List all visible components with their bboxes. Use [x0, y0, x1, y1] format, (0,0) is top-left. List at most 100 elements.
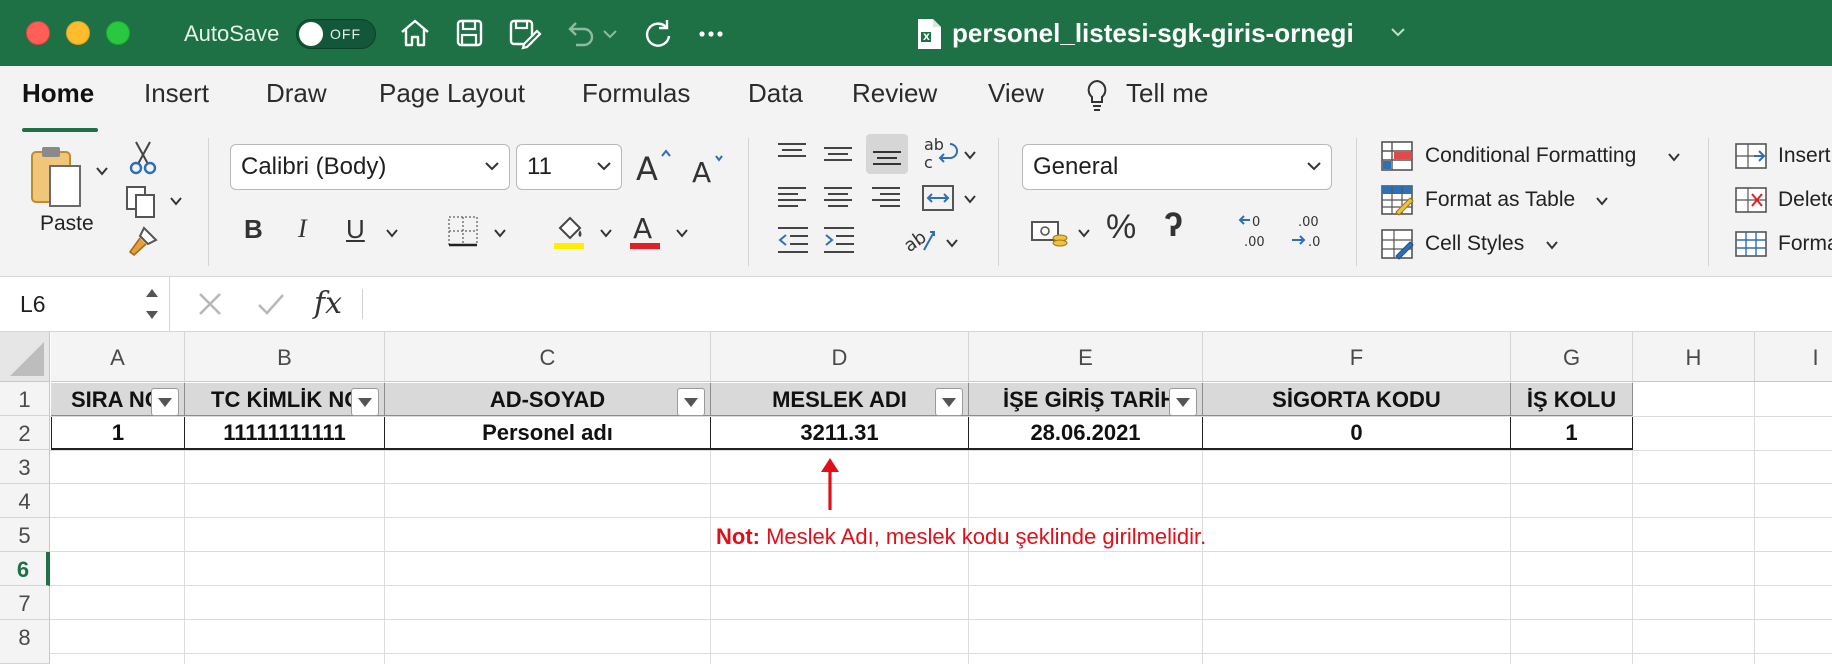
accounting-format-icon[interactable] — [1030, 216, 1070, 250]
autosave-toggle[interactable]: OFF — [296, 19, 376, 49]
insert-function-icon[interactable]: fx — [314, 286, 342, 321]
borders-dropdown-icon[interactable] — [494, 228, 506, 238]
align-center-icon[interactable] — [822, 182, 854, 214]
row-header-8[interactable]: 8 — [0, 620, 50, 664]
data-cell-meslek-adi[interactable]: 3211.31 — [711, 417, 969, 450]
increase-indent-icon[interactable] — [822, 224, 856, 256]
row-header-6[interactable]: 6 — [0, 552, 50, 586]
header-cell-ise-giris-tarihi[interactable]: İŞE GİRİŞ TARİHİ — [969, 383, 1203, 416]
row-header-1[interactable]: 1 — [0, 382, 50, 416]
tab-insert[interactable]: Insert — [144, 78, 209, 109]
bold-button[interactable]: B — [244, 214, 263, 245]
italic-button[interactable]: I — [298, 214, 307, 244]
confirm-formula-icon[interactable] — [256, 289, 286, 319]
row-header-4[interactable]: 4 — [0, 484, 50, 518]
font-color-icon[interactable]: A — [628, 210, 662, 250]
orientation-icon[interactable]: ab — [900, 222, 938, 258]
tab-data[interactable]: Data — [748, 78, 803, 109]
cell-styles-icon[interactable] — [1380, 228, 1414, 260]
align-left-icon[interactable] — [776, 182, 808, 214]
name-box[interactable]: L6 — [0, 277, 170, 331]
align-top-icon[interactable] — [776, 138, 808, 170]
filter-dropdown-c[interactable] — [677, 388, 705, 416]
tab-draw[interactable]: Draw — [266, 78, 327, 109]
column-header-b[interactable]: B — [185, 332, 385, 382]
name-box-stepper-icon[interactable] — [144, 285, 160, 323]
data-cell-is-kolu[interactable]: 1 — [1511, 417, 1633, 450]
column-header-g[interactable]: G — [1511, 332, 1633, 382]
increase-decimal-icon[interactable]: 0.00 — [1238, 212, 1274, 252]
header-cell-ad-soyad[interactable]: AD-SOYAD — [385, 383, 711, 416]
format-as-table-icon[interactable] — [1380, 184, 1414, 216]
conditional-formatting-button[interactable]: Conditional Formatting — [1425, 144, 1636, 168]
undo-icon[interactable] — [560, 14, 598, 52]
font-name-select[interactable]: Calibri (Body) — [230, 144, 510, 190]
column-header-e[interactable]: E — [969, 332, 1203, 382]
copy-icon[interactable] — [124, 184, 160, 220]
select-all-corner[interactable] — [0, 332, 50, 382]
copy-dropdown-icon[interactable] — [170, 196, 182, 206]
align-right-icon[interactable] — [870, 182, 902, 214]
merge-dropdown-icon[interactable] — [964, 194, 976, 204]
borders-icon[interactable] — [446, 214, 480, 248]
save-as-icon[interactable] — [504, 14, 542, 52]
title-chevron-down-icon[interactable] — [1388, 22, 1408, 42]
accounting-dropdown-icon[interactable] — [1078, 228, 1090, 238]
conditional-formatting-icon[interactable] — [1380, 140, 1414, 172]
format-cells-button[interactable]: Format — [1778, 232, 1832, 256]
number-format-select[interactable]: General — [1022, 144, 1332, 190]
tab-page-layout[interactable]: Page Layout — [379, 78, 525, 109]
data-cell-ise-giris-tarihi[interactable]: 28.06.2021 — [969, 417, 1203, 450]
wrap-text-dropdown-icon[interactable] — [964, 150, 976, 160]
decrease-font-size-icon[interactable]: A — [690, 150, 726, 186]
percent-style-button[interactable]: % — [1106, 208, 1136, 247]
column-header-d[interactable]: D — [711, 332, 969, 382]
format-painter-icon[interactable] — [126, 224, 160, 258]
minimize-window-button[interactable] — [66, 21, 90, 45]
tell-me-search[interactable]: Tell me — [1126, 78, 1208, 109]
cell-styles-button[interactable]: Cell Styles — [1425, 232, 1524, 256]
underline-dropdown-icon[interactable] — [386, 228, 398, 238]
orientation-dropdown-icon[interactable] — [946, 238, 958, 248]
data-cell-sira-no[interactable]: 1 — [51, 417, 185, 450]
column-header-c[interactable]: C — [385, 332, 711, 382]
header-cell-sigorta-kodu[interactable]: SİGORTA KODU — [1203, 383, 1511, 416]
wrap-text-icon[interactable]: ab c — [920, 136, 960, 172]
filter-dropdown-a[interactable] — [151, 388, 179, 416]
tab-home[interactable]: Home — [22, 78, 94, 109]
format-as-table-dropdown-icon[interactable] — [1596, 196, 1608, 206]
tab-review[interactable]: Review — [852, 78, 937, 109]
conditional-formatting-dropdown-icon[interactable] — [1668, 152, 1680, 162]
format-cells-icon[interactable] — [1734, 228, 1768, 260]
paste-icon[interactable] — [28, 144, 90, 214]
data-cell-tc-kimlik-no[interactable]: 11111111111 — [185, 417, 385, 450]
undo-dropdown-icon[interactable] — [600, 14, 620, 52]
paste-dropdown-icon[interactable] — [96, 166, 108, 176]
header-cell-is-kolu[interactable]: İŞ KOLU — [1511, 383, 1633, 416]
cancel-formula-icon[interactable] — [196, 289, 224, 319]
save-icon[interactable] — [450, 14, 488, 52]
fill-color-dropdown-icon[interactable] — [600, 228, 612, 238]
insert-cells-icon[interactable] — [1734, 140, 1768, 172]
filter-dropdown-d[interactable] — [935, 388, 963, 416]
fill-color-icon[interactable] — [552, 210, 586, 250]
document-title[interactable]: personel_listesi-sgk-giris-ornegi — [952, 18, 1354, 49]
data-cell-ad-soyad[interactable]: Personel adı — [385, 417, 711, 450]
format-as-table-button[interactable]: Format as Table — [1425, 188, 1575, 212]
column-header-i[interactable]: I — [1755, 332, 1832, 382]
row-header-3[interactable]: 3 — [0, 450, 50, 484]
delete-cells-button[interactable]: Delete — [1778, 188, 1832, 212]
column-header-h[interactable]: H — [1633, 332, 1755, 382]
comma-style-button[interactable]: ʔ — [1164, 206, 1183, 245]
close-window-button[interactable] — [26, 21, 50, 45]
row-header-7[interactable]: 7 — [0, 586, 50, 620]
row-header-5[interactable]: 5 — [0, 518, 50, 552]
filter-dropdown-b[interactable] — [351, 388, 379, 416]
redo-icon[interactable] — [638, 14, 676, 52]
increase-font-size-icon[interactable]: A — [634, 146, 674, 186]
zoom-window-button[interactable] — [106, 21, 130, 45]
data-cell-sigorta-kodu[interactable]: 0 — [1203, 417, 1511, 450]
tab-view[interactable]: View — [988, 78, 1044, 109]
home-icon[interactable] — [396, 14, 434, 52]
row-header-2[interactable]: 2 — [0, 416, 50, 450]
